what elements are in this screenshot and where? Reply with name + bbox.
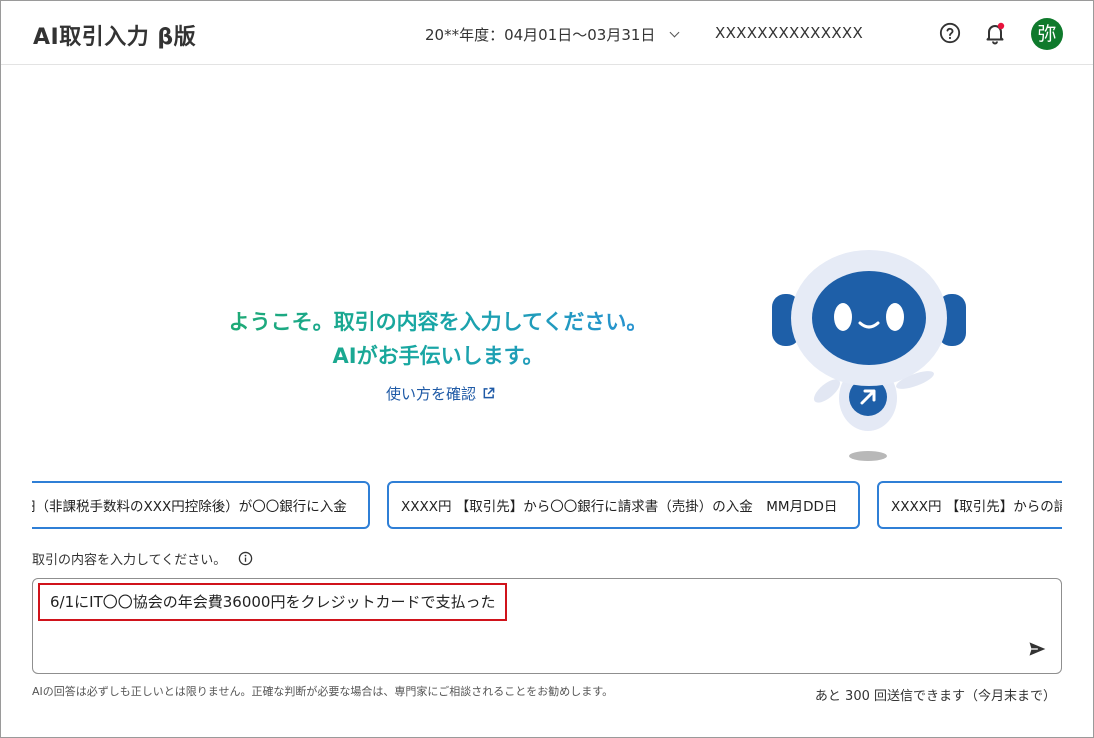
notification-dot	[997, 22, 1005, 30]
input-label: 取引の内容を入力してください。	[32, 553, 227, 568]
send-icon[interactable]	[1027, 639, 1047, 659]
company-name: XXXXXXXXXXXXXX	[715, 24, 864, 42]
suggestion-chip[interactable]: XXXX円 【取引先】からの請	[877, 481, 1062, 529]
robot-mascot-illustration	[772, 250, 966, 461]
suggestion-chip[interactable]: 円（非課税手数料のXXX円控除後）が〇〇銀行に入金	[32, 481, 370, 529]
chevron-down-icon	[669, 27, 680, 38]
welcome-line-2: AIがお手伝いします。	[200, 340, 676, 373]
external-link-icon	[483, 387, 495, 399]
howto-link[interactable]: 使い方を確認	[386, 383, 495, 404]
welcome-line-1: ようこそ。取引の内容を入力してください。	[200, 306, 676, 339]
suggestion-chips: 円（非課税手数料のXXX円控除後）が〇〇銀行に入金 XXXX円 【取引先】から〇…	[32, 481, 1062, 531]
app-title: AI取引入力 β版	[33, 25, 197, 50]
bell-icon[interactable]	[983, 21, 1007, 45]
avatar[interactable]: 弥	[1031, 18, 1063, 50]
fiscal-year-label: 20**年度：04月01日〜03月31日	[425, 26, 656, 44]
transaction-input[interactable]: 6/1にIT〇〇協会の年会費36000円をクレジットカードで支払った	[32, 578, 1062, 674]
welcome-message: ようこそ。取引の内容を入力してください。 AIがお手伝いします。	[200, 306, 676, 373]
input-text-highlight: 6/1にIT〇〇協会の年会費36000円をクレジットカードで支払った	[38, 583, 508, 621]
remaining-sends: あと 300 回送信できます（今月末まで）	[814, 689, 1056, 704]
input-label-row: 取引の内容を入力してください。	[32, 549, 253, 568]
info-icon[interactable]	[238, 551, 253, 566]
ai-disclaimer: AIの回答は必ずしも正しいとは限りません。正確な判断が必要な場合は、専門家にご相…	[32, 685, 614, 698]
howto-link-label: 使い方を確認	[386, 385, 477, 403]
help-icon[interactable]	[939, 22, 961, 44]
suggestion-chip[interactable]: XXXX円 【取引先】から〇〇銀行に請求書（売掛）の入金 MM月DD日	[387, 481, 860, 529]
fiscal-year-selector[interactable]: 20**年度：04月01日〜03月31日	[425, 24, 680, 45]
header-bar: AI取引入力 β版 20**年度：04月01日〜03月31日 XXXXXXXXX…	[1, 1, 1093, 65]
